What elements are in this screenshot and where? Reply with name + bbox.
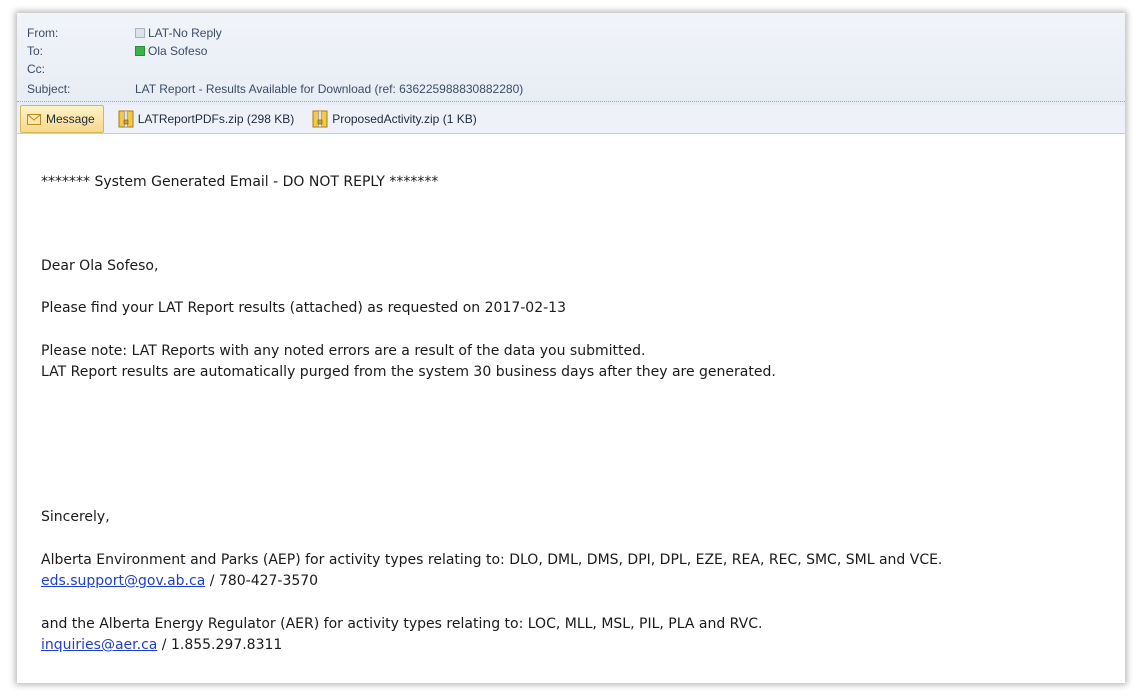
aep-phone: / 780-427-3570 xyxy=(205,573,319,589)
envelope-icon xyxy=(27,113,41,125)
email-window: From: LAT-No Reply To: Ola Sofeso Cc: Su… xyxy=(17,13,1125,683)
to-value[interactable]: Ola Sofeso xyxy=(135,44,207,58)
attachment-bar: Message LATReportPDFs.zip (298 KB) Propo… xyxy=(17,105,1125,134)
aer-line: and the Alberta Energy Regulator (AER) f… xyxy=(41,616,763,632)
to-row: To: Ola Sofeso xyxy=(27,42,207,60)
cc-label: Cc: xyxy=(27,62,45,76)
from-label: From: xyxy=(27,26,59,40)
presence-unknown-icon xyxy=(135,28,145,38)
subject-row: Subject: LAT Report - Results Available … xyxy=(27,80,523,98)
zip-archive-icon xyxy=(118,110,134,128)
attachment-label: LATReportPDFs.zip (298 KB) xyxy=(137,112,295,126)
from-name: LAT-No Reply xyxy=(148,26,222,40)
aer-email-link[interactable]: inquiries@aer.ca xyxy=(41,637,157,653)
aep-email-link[interactable]: eds.support@gov.ab.ca xyxy=(41,573,205,589)
attachment-label: ProposedActivity.zip (1 KB) xyxy=(332,112,477,126)
email-header: From: LAT-No Reply To: Ola Sofeso Cc: Su… xyxy=(17,13,1125,134)
header-divider xyxy=(17,101,1125,102)
aer-phone: / 1.855.297.8311 xyxy=(157,637,283,653)
to-label: To: xyxy=(27,44,44,58)
aep-contact: eds.support@gov.ab.ca / 780-427-3570 xyxy=(41,573,318,589)
paragraph-request: Please find your LAT Report results (att… xyxy=(41,300,566,316)
paragraph-note-line2: LAT Report results are automatically pur… xyxy=(41,364,776,380)
zip-archive-icon xyxy=(312,110,328,128)
system-banner: ******* System Generated Email - DO NOT … xyxy=(41,174,439,190)
greeting: Dear Ola Sofeso, xyxy=(41,258,159,274)
from-value[interactable]: LAT-No Reply xyxy=(135,26,222,40)
email-body: ******* System Generated Email - DO NOT … xyxy=(17,134,1125,683)
attachment-latreportpdfs[interactable]: LATReportPDFs.zip (298 KB) xyxy=(114,105,299,133)
subject-label: Subject: xyxy=(27,82,71,96)
to-name: Ola Sofeso xyxy=(148,44,208,58)
paragraph-note-line1: Please note: LAT Reports with any noted … xyxy=(41,343,646,359)
subject-value: LAT Report - Results Available for Downl… xyxy=(135,82,524,96)
aer-contact: inquiries@aer.ca / 1.855.297.8311 xyxy=(41,637,282,653)
cc-row: Cc: xyxy=(27,60,135,78)
attachment-proposedactivity[interactable]: ProposedActivity.zip (1 KB) xyxy=(308,105,481,133)
presence-online-icon xyxy=(135,46,145,56)
message-tab[interactable]: Message xyxy=(20,105,104,133)
from-row: From: LAT-No Reply xyxy=(27,24,222,42)
message-tab-label: Message xyxy=(46,112,95,126)
aep-line: Alberta Environment and Parks (AEP) for … xyxy=(41,552,943,568)
closing: Sincerely, xyxy=(41,509,110,525)
